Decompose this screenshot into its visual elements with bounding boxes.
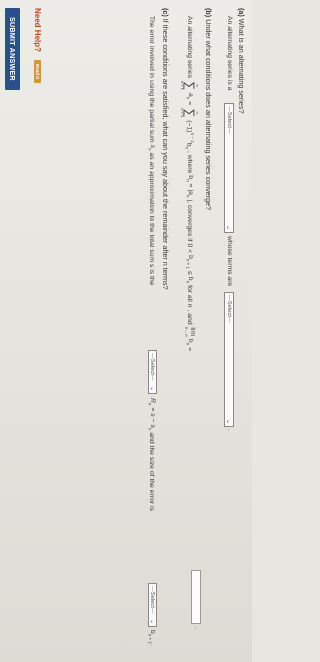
question-a: (a) What is an alternating series? xyxy=(237,8,246,113)
for-all-text: for all xyxy=(186,285,194,302)
rn-def: = s − sn xyxy=(147,407,156,431)
question-b-text: Under what conditions does an alternatin… xyxy=(204,19,213,211)
chevron-down-icon: ⌄ xyxy=(225,418,232,424)
homework-panel: (a) What is an alternating series? An al… xyxy=(0,0,252,662)
select-c-error[interactable]: ---Select--- ⌄ xyxy=(148,583,157,627)
sum-symbol-2: ∞ ∑ n = 1 xyxy=(180,108,200,118)
chevron-down-icon: ⌄ xyxy=(149,385,155,391)
select-a-type-value: ---Select--- xyxy=(226,106,232,134)
select-c-remainder-value: ---Select--- xyxy=(149,353,156,381)
answer-c-mid-2: and the size of the error is xyxy=(148,432,156,511)
select-a-terms-value: ---Select--- xyxy=(226,295,232,323)
answer-a-sentence-start: An alternating series is a xyxy=(226,16,233,91)
and-text: , and xyxy=(186,309,194,325)
b-tail: bn + 1. xyxy=(147,630,156,646)
limit-answer-input[interactable] xyxy=(191,570,201,624)
select-a-terms[interactable]: ---Select--- ⌄ xyxy=(224,292,234,427)
answer-b-lead: An alternating series xyxy=(186,16,194,78)
question-c: (c) If these conditions are satisfied, w… xyxy=(161,8,170,290)
question-a-number: (a) xyxy=(237,8,246,17)
question-b: (b) Under what conditions does an altern… xyxy=(204,8,213,210)
series-term: (−1)n − 1bn xyxy=(184,120,196,149)
b-n-plus-1: bn + 1 xyxy=(185,255,195,270)
answer-b-line: An alternating series ∞ ∑ n = 1 an = ∞ ∑… xyxy=(180,16,200,351)
question-b-number: (b) xyxy=(204,8,213,18)
answer-a-period: . xyxy=(226,429,233,431)
n-variable: n xyxy=(186,303,194,308)
answer-c-mid: as an approximation to the total sum s i… xyxy=(148,152,156,286)
chevron-down-icon: ⌄ xyxy=(149,618,155,624)
question-a-text: What is an alternating series? xyxy=(237,18,246,114)
converges-if-text: |, converges if 0 < xyxy=(186,199,194,254)
lim-b-n: bn xyxy=(185,338,195,346)
answer-b-period: . xyxy=(193,627,200,629)
answer-a-sentence-mid: whose terms are xyxy=(226,236,233,287)
select-c-remainder[interactable]: ---Select--- ⌄ xyxy=(148,350,157,394)
lim-equals: = xyxy=(186,347,194,352)
question-c-text: If these conditions are satisfied, what … xyxy=(161,18,170,290)
term-a-n: an xyxy=(185,92,195,100)
limit: lim n→∞ xyxy=(184,326,196,337)
need-help-label: Need Help? xyxy=(33,8,42,53)
question-c-number: (c) xyxy=(161,8,170,17)
answer-c-line: The error involved in using the partial … xyxy=(148,16,156,285)
b-n: bn xyxy=(185,276,195,284)
submit-answer-button[interactable]: SUBMIT ANSWER xyxy=(5,8,20,90)
where-text: , where xyxy=(186,151,194,174)
select-c-error-value: ---Select--- xyxy=(149,586,156,614)
read-it-button[interactable]: Read It xyxy=(34,60,41,84)
s-n: sn xyxy=(147,144,156,151)
sum-symbol-1: ∞ ∑ n = 1 xyxy=(180,80,200,90)
chevron-down-icon: ⌄ xyxy=(225,224,232,230)
answer-c-start: The error involved in using the partial … xyxy=(148,16,156,143)
r-n: Rn xyxy=(147,398,156,406)
le-sign: ≤ xyxy=(186,271,194,275)
answer-c-line-2: Rn = s − sn and the size of the error is xyxy=(148,398,156,511)
equals-sign: = xyxy=(186,101,194,106)
select-a-type[interactable]: ---Select--- ⌄ xyxy=(224,103,234,233)
bn-def: bn = |an xyxy=(185,175,195,198)
